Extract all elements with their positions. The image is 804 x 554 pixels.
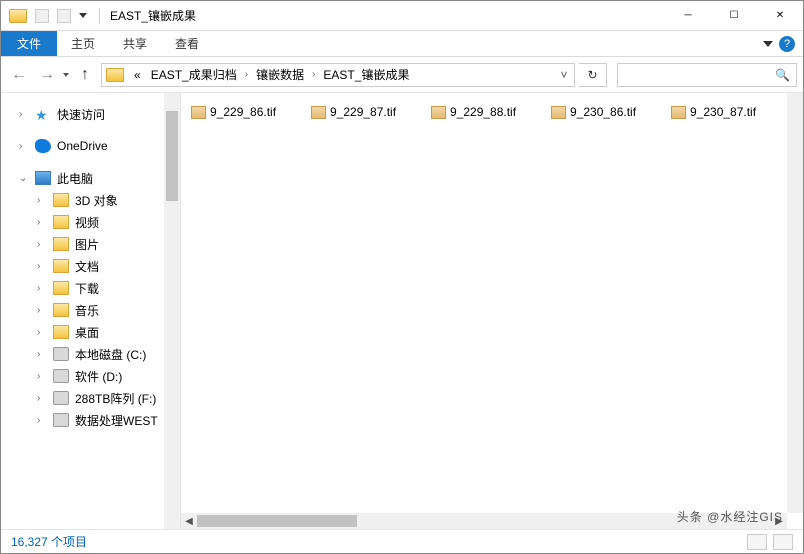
status-bar: 16,327 个项目 — [1, 529, 803, 553]
breadcrumb-item[interactable]: 镶嵌数据 — [252, 66, 308, 83]
address-folder-icon — [106, 68, 124, 82]
search-input[interactable]: 🔍 — [617, 63, 797, 87]
sidebar-disk-d[interactable]: ›软件 (D:) — [1, 365, 180, 387]
file-name: 9_229_86.tif — [210, 105, 276, 119]
qat-separator — [99, 8, 100, 24]
file-pane[interactable]: 9_229_86.tif 9_229_87.tif 9_229_88.tif 9_23… — [181, 93, 803, 529]
file-name: 9_230_86.tif — [570, 105, 636, 119]
icons-view-button[interactable] — [773, 534, 793, 550]
history-dropdown-icon[interactable] — [63, 73, 69, 77]
sidebar-videos[interactable]: ›视频 — [1, 211, 180, 233]
file-item[interactable]: 9_230_86.tif — [551, 101, 669, 123]
tif-file-icon — [431, 106, 446, 119]
file-name: 9_229_87.tif — [330, 105, 396, 119]
sidebar-pictures[interactable]: ›图片 — [1, 233, 180, 255]
navigation-pane: ›★快速访问 ›OneDrive ⌄此电脑 ›3D 对象 ›视频 ›图片 ›文档… — [1, 93, 181, 529]
qat-newfolder-icon[interactable] — [57, 9, 71, 23]
qat-properties-icon[interactable] — [35, 9, 49, 23]
sidebar-this-pc[interactable]: ⌄此电脑 — [1, 167, 180, 189]
sidebar-downloads[interactable]: ›下载 — [1, 277, 180, 299]
file-item[interactable]: 9_229_88.tif — [431, 101, 549, 123]
item-count: 16,327 个项目 — [11, 533, 87, 550]
window-title: EAST_镶嵌成果 — [104, 7, 196, 24]
search-icon: 🔍 — [775, 68, 790, 82]
breadcrumb-chevron-icon[interactable]: › — [243, 69, 250, 80]
breadcrumb-chevron-icon[interactable]: › — [310, 69, 317, 80]
app-icon[interactable] — [9, 9, 27, 23]
breadcrumb-prefix[interactable]: « — [130, 68, 145, 82]
file-item[interactable]: 9_230_87.tif — [671, 101, 789, 123]
address-dropdown-icon[interactable]: ˅ — [554, 68, 574, 82]
file-name: 9_229_88.tif — [450, 105, 516, 119]
back-button[interactable]: ← — [7, 63, 31, 87]
share-tab[interactable]: 共享 — [109, 31, 161, 56]
tif-file-icon — [671, 106, 686, 119]
breadcrumb-item[interactable]: EAST_成果归档 — [147, 66, 241, 83]
workarea: ›★快速访问 ›OneDrive ⌄此电脑 ›3D 对象 ›视频 ›图片 ›文档… — [1, 93, 803, 529]
sidebar-disk-c[interactable]: ›本地磁盘 (C:) — [1, 343, 180, 365]
close-button[interactable]: ✕ — [757, 1, 803, 31]
forward-button[interactable]: → — [35, 63, 59, 87]
up-button[interactable]: ↑ — [73, 63, 97, 87]
sidebar-music[interactable]: ›音乐 — [1, 299, 180, 321]
home-tab[interactable]: 主页 — [57, 31, 109, 56]
file-tab[interactable]: 文件 — [1, 31, 57, 56]
file-name: 9_230_87.tif — [690, 105, 756, 119]
sidebar-quick-access[interactable]: ›★快速访问 — [1, 103, 180, 125]
ribbon-collapse-icon[interactable] — [763, 41, 773, 47]
sidebar-onedrive[interactable]: ›OneDrive — [1, 135, 180, 157]
file-item[interactable]: 9_229_86.tif — [191, 101, 309, 123]
file-item[interactable]: 9_229_87.tif — [311, 101, 429, 123]
navbar: ← → ↑ « EAST_成果归档 › 镶嵌数据 › EAST_镶嵌成果 ˅ ↻… — [1, 57, 803, 93]
minimize-button[interactable]: ─ — [665, 1, 711, 31]
sidebar-disk-f[interactable]: ›288TB阵列 (F:) — [1, 387, 180, 409]
refresh-button[interactable]: ↻ — [579, 63, 607, 87]
sidebar-documents[interactable]: ›文档 — [1, 255, 180, 277]
tif-file-icon — [311, 106, 326, 119]
tif-file-icon — [551, 106, 566, 119]
breadcrumb-item[interactable]: EAST_镶嵌成果 — [319, 66, 413, 83]
quick-access-toolbar — [1, 8, 104, 24]
sidebar-scrollbar[interactable] — [164, 93, 180, 529]
address-bar[interactable]: « EAST_成果归档 › 镶嵌数据 › EAST_镶嵌成果 ˅ — [101, 63, 575, 87]
watermark: 头条 @水经注GIS — [677, 508, 783, 525]
details-view-button[interactable] — [747, 534, 767, 550]
maximize-button[interactable]: ☐ — [711, 1, 757, 31]
sidebar-3d-objects[interactable]: ›3D 对象 — [1, 189, 180, 211]
titlebar: EAST_镶嵌成果 ─ ☐ ✕ — [1, 1, 803, 31]
ribbon: 文件 主页 共享 查看 ? — [1, 31, 803, 57]
sidebar-data-west[interactable]: ›数据处理WEST — [1, 409, 180, 431]
tif-file-icon — [191, 106, 206, 119]
sidebar-desktop[interactable]: ›桌面 — [1, 321, 180, 343]
view-tab[interactable]: 查看 — [161, 31, 213, 56]
vertical-scrollbar[interactable] — [787, 93, 803, 513]
qat-customize-icon[interactable] — [79, 13, 87, 18]
help-icon[interactable]: ? — [779, 36, 795, 52]
